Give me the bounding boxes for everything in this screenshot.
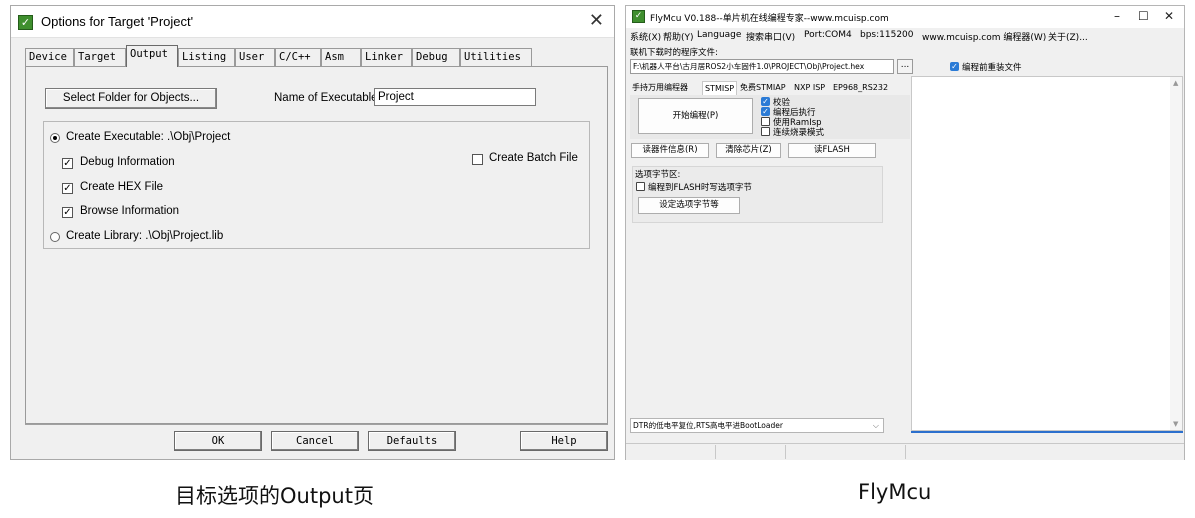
caption-right: FlyMcu (858, 480, 932, 504)
menu-help[interactable]: 帮助(Y) (663, 30, 694, 43)
create-hex-checkbox[interactable]: ✓ (62, 183, 73, 194)
erase-chip-button[interactable]: 清除芯片(Z) (716, 143, 781, 158)
menu-search-port[interactable]: 搜索串口(V) (746, 30, 795, 43)
start-programming-button[interactable]: 开始编程(P) (638, 98, 753, 134)
dialog-separator (25, 424, 608, 425)
name-of-executable-label: Name of Executable: (274, 92, 381, 104)
browse-information-label: Browse Information (80, 205, 180, 217)
select-folder-button[interactable]: Select Folder for Objects... (45, 88, 217, 109)
dialog-title: Options for Target 'Project' (41, 14, 194, 29)
tab-output[interactable]: Output (126, 45, 178, 67)
minimize-icon[interactable]: – (1114, 9, 1120, 23)
keil-app-icon: ✓ (18, 15, 33, 30)
create-batch-file-label: Create Batch File (489, 152, 578, 164)
cancel-button[interactable]: Cancel (271, 431, 359, 451)
chevron-down-icon[interactable]: ⌵ (873, 419, 879, 432)
scroll-up-icon[interactable]: ▲ (1173, 79, 1178, 87)
options-for-target-dialog: ✓ Options for Target 'Project' ✕ Device … (10, 5, 615, 460)
status-cell (626, 445, 716, 459)
name-of-executable-input[interactable]: Project (374, 88, 536, 106)
tab-free-stmiap[interactable]: 免费STMIAP (738, 81, 788, 95)
maximize-icon[interactable]: ☐ (1138, 9, 1149, 23)
create-library-label: Create Library: .\Obj\Project.lib (66, 230, 224, 242)
tab-stmisp[interactable]: STMISP (702, 81, 738, 95)
option-bytes-label: 选项字节区: (635, 170, 681, 180)
write-option-bytes-label: 编程到FLASH时写选项字节 (648, 183, 752, 193)
tab-listing[interactable]: Listing (178, 48, 235, 66)
program-file-path-input[interactable]: F:\机器人平台\古月居ROS2小车固件1.0\PROJECT\Obj\Proj… (630, 59, 894, 74)
help-button[interactable]: Help (520, 431, 608, 451)
flymcu-title-bar: ✓ FlyMcu V0.188--单片机在线编程专家--www.mcuisp.c… (626, 6, 1184, 28)
tab-user[interactable]: User (235, 48, 275, 66)
tab-nxp-isp[interactable]: NXP ISP (792, 81, 827, 95)
tab-handheld-programmer[interactable]: 手持万用编程器 (630, 81, 690, 95)
menu-system[interactable]: 系统(X) (630, 30, 661, 43)
create-library-radio[interactable] (50, 232, 60, 242)
create-batch-file-checkbox[interactable] (472, 154, 483, 165)
create-hex-label: Create HEX File (80, 181, 164, 193)
defaults-button[interactable]: Defaults (368, 431, 456, 451)
status-cell (716, 445, 786, 459)
tab-target[interactable]: Target (74, 48, 126, 66)
reload-before-program-label: 编程前重装文件 (962, 63, 1022, 73)
debug-information-checkbox[interactable]: ✓ (62, 158, 73, 169)
close-icon[interactable]: ✕ (1164, 9, 1174, 23)
read-flash-button[interactable]: 读FLASH (788, 143, 876, 158)
flymcu-window: ✓ FlyMcu V0.188--单片机在线编程专家--www.mcuisp.c… (625, 5, 1185, 460)
use-ramisp-checkbox[interactable] (761, 117, 770, 126)
read-device-info-button[interactable]: 读器件信息(R) (631, 143, 709, 158)
output-tab-panel: Select Folder for Objects... Name of Exe… (25, 66, 608, 424)
tab-device[interactable]: Device (25, 48, 74, 66)
flymcu-title: FlyMcu V0.188--单片机在线编程专家--www.mcuisp.com (650, 14, 889, 24)
browse-information-checkbox[interactable]: ✓ (62, 207, 73, 218)
program-file-label: 联机下载时的程序文件: (630, 48, 718, 58)
dtr-rts-mode-value: DTR的低电平复位,RTS高电平进BootLoader (633, 421, 783, 430)
caption-left: 目标选项的Output页 (175, 484, 374, 508)
debug-information-label: Debug Information (80, 156, 175, 168)
create-executable-label: Create Executable: .\Obj\Project (66, 131, 231, 143)
option-bytes-group: 选项字节区: 编程到FLASH时写选项字节 设定选项字节等 (632, 166, 883, 223)
menu-site-programmer[interactable]: www.mcuisp.com 编程器(W) (922, 30, 1046, 43)
verify-checkbox[interactable]: ✓ (761, 97, 770, 106)
continuous-burn-checkbox[interactable] (761, 127, 770, 136)
reload-before-program-checkbox[interactable]: ✓ (950, 62, 959, 71)
output-options-group: Create Executable: .\Obj\Project ✓ Debug… (43, 121, 590, 249)
status-bar (626, 443, 1184, 460)
menu-bps[interactable]: bps:115200 (860, 30, 914, 40)
write-option-bytes-checkbox[interactable] (636, 182, 645, 191)
dialog-title-bar: ✓ Options for Target 'Project' ✕ (11, 6, 614, 38)
tab-debug[interactable]: Debug (412, 48, 460, 66)
menu-port[interactable]: Port:COM4 (804, 30, 852, 40)
set-option-bytes-button[interactable]: 设定选项字节等 (638, 197, 740, 214)
output-log-area[interactable]: ▲ ▼ (911, 76, 1183, 431)
tab-c-cpp[interactable]: C/C++ (275, 48, 321, 66)
dtr-rts-mode-select[interactable]: DTR的低电平复位,RTS高电平进BootLoader ⌵ (630, 418, 884, 433)
status-cell (786, 445, 906, 459)
create-executable-radio[interactable] (50, 133, 60, 143)
tab-linker[interactable]: Linker (361, 48, 412, 66)
tab-ep968-rs232[interactable]: EP968_RS232 (831, 81, 890, 95)
continuous-burn-label: 连续烧录模式 (773, 128, 825, 138)
log-scrollbar[interactable]: ▲ ▼ (1170, 77, 1182, 430)
menu-about[interactable]: 关于(Z)... (1048, 30, 1088, 43)
run-after-program-checkbox[interactable]: ✓ (761, 107, 770, 116)
close-icon[interactable]: ✕ (589, 10, 604, 31)
menu-language[interactable]: Language (697, 30, 741, 40)
browse-file-button[interactable]: ... (897, 59, 913, 74)
progress-bar (911, 431, 1183, 433)
tab-asm[interactable]: Asm (321, 48, 361, 66)
ok-button[interactable]: OK (174, 431, 262, 451)
stmisp-panel: 开始编程(P) ✓ 校验 ✓ 编程后执行 使用RamIsp 连续烧录模式 (630, 95, 910, 139)
scroll-down-icon[interactable]: ▼ (1173, 420, 1178, 428)
flymcu-app-icon: ✓ (632, 10, 645, 23)
tab-utilities[interactable]: Utilities (460, 48, 532, 66)
